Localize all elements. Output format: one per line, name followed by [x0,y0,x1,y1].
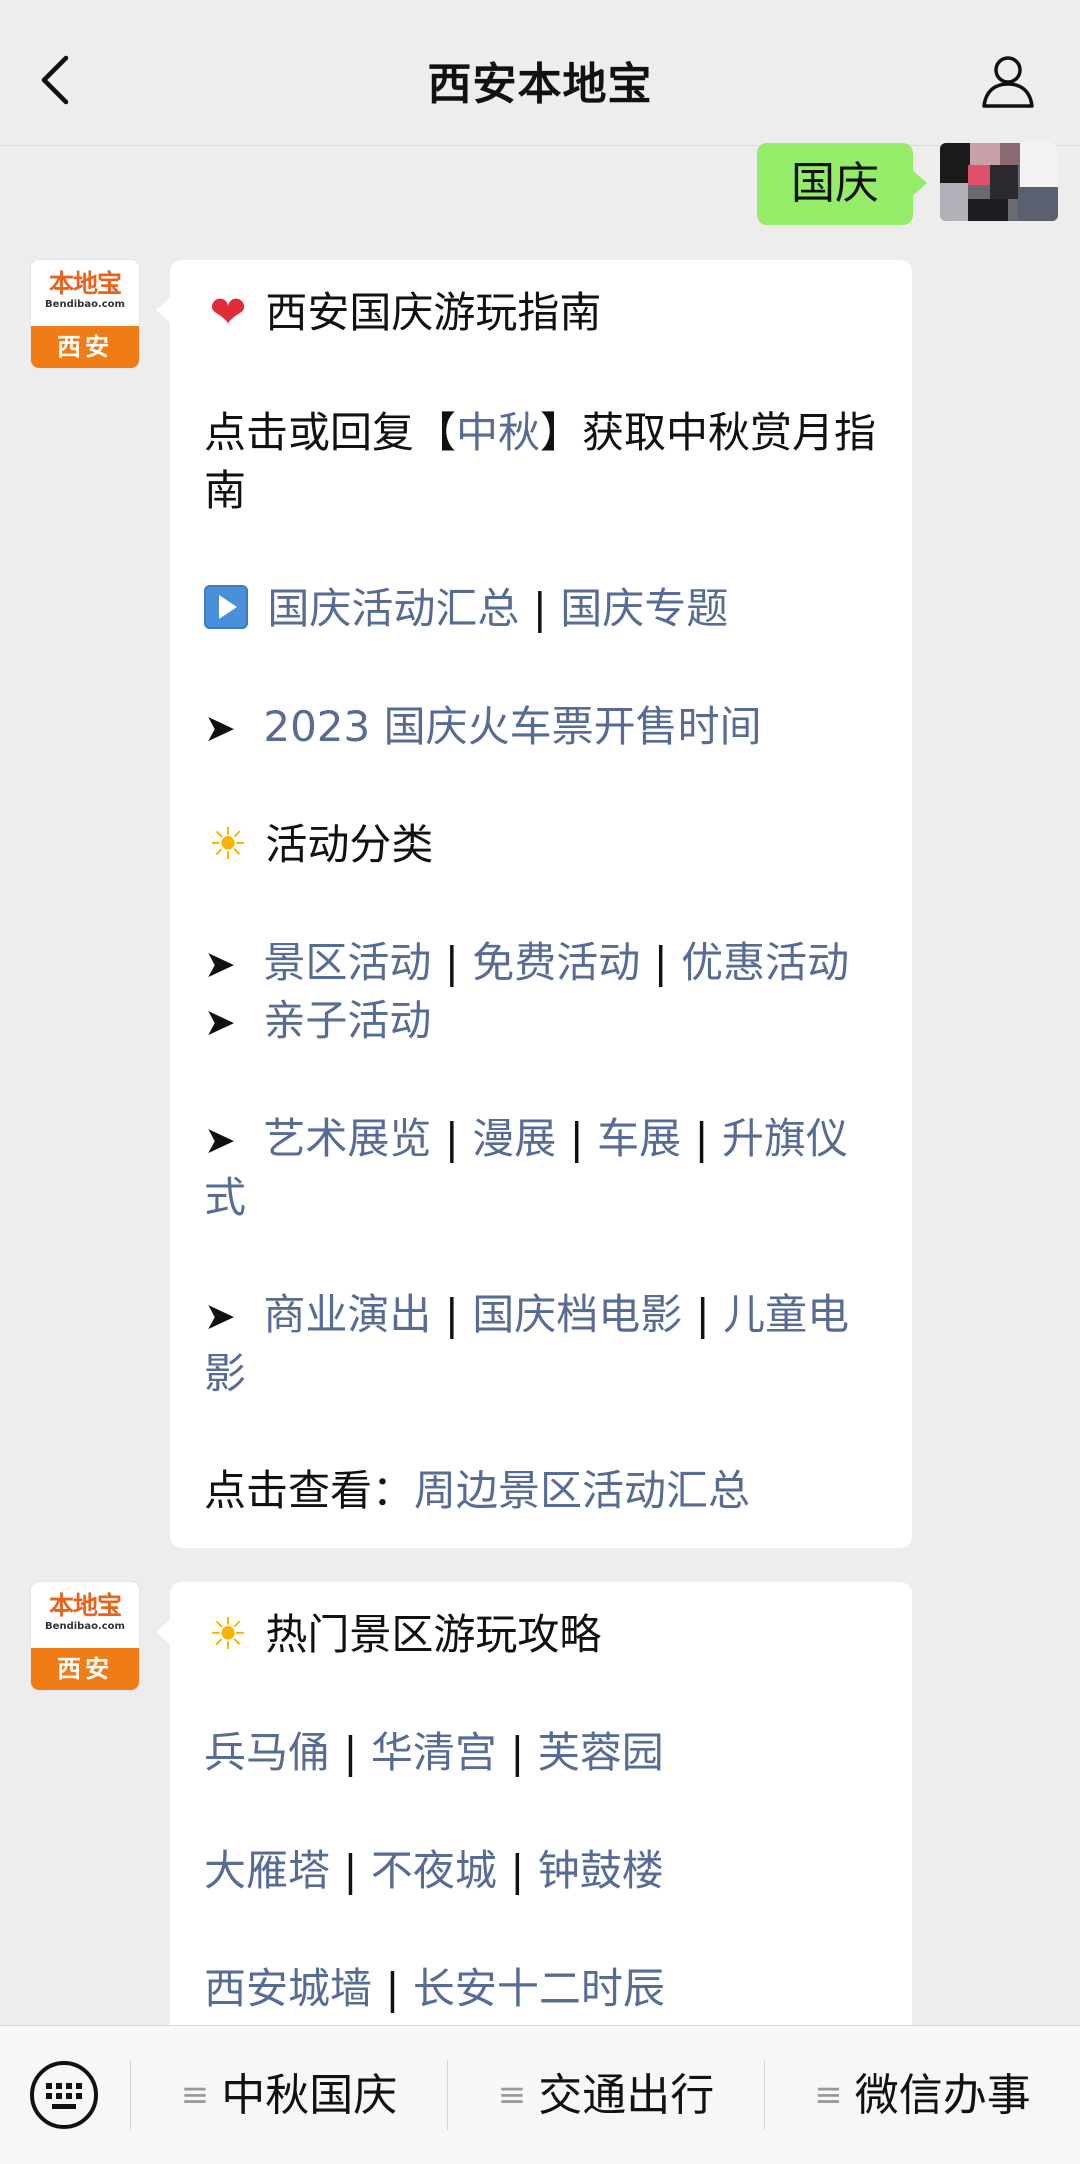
link-holiday-movies[interactable]: 国庆档电影 [472,1290,682,1339]
menu-label: 微信办事 [854,2070,1031,2121]
activity-row-1: ➤ 景区活动 | 免费活动 | 优惠活动 [204,934,886,993]
arrow-icon: ➤ [204,706,236,750]
guide-title: 西安国庆游玩指南 [265,288,602,337]
person-icon[interactable] [980,52,1036,108]
menu-list-icon: ≡ [497,2075,527,2115]
scenic-row-2: 大雁塔 | 不夜城 | 钟鼓楼 [204,1846,664,1895]
avatar-city-text: 西安 [31,1648,139,1690]
arrow-icon: ➤ [204,1294,236,1338]
play-button-icon [204,585,248,629]
scenic-row-1: 兵马俑 | 华清宫 | 芙蓉园 [204,1728,664,1777]
link-city-wall[interactable]: 西安城墙 [204,1964,372,2013]
link-family-activities[interactable]: 亲子活动 [263,996,431,1045]
menu-label: 中秋国庆 [221,2070,398,2121]
sun-icon: ☀ [208,819,248,870]
link-mid-autumn[interactable]: 中秋 [456,408,540,457]
activity-row-4: ➤ 商业演出 | 国庆档电影 | 儿童电影 [204,1286,886,1403]
message-bubble-guide: ❤ 西安国庆游玩指南 点击或回复【中秋】获取中秋赏月指南 国庆活动汇总 | 国庆… [156,260,912,1548]
keyboard-icon[interactable] [28,2059,100,2131]
mid-autumn-prefix: 点击或回复【 [204,408,457,457]
link-comic-expo[interactable]: 漫展 [472,1114,556,1163]
bottom-menu-bar: ≡ 中秋国庆 ≡ 交通出行 ≡ 微信办事 [0,2025,1080,2164]
mid-autumn-row: 点击或回复【中秋】获取中秋赏月指南 [204,404,886,520]
chat-title: 西安本地宝 [427,59,653,110]
scenic-title-row: ☀ 热门景区游玩攻略 [204,1606,886,1664]
my-avatar[interactable] [940,143,1058,221]
link-activity-summary[interactable]: 国庆活动汇总 [267,584,519,633]
avatar-city-text: 西安 [31,326,139,368]
arrow-icon: ➤ [204,942,236,986]
link-national-day-topic[interactable]: 国庆专题 [560,584,728,633]
scenic-title: 热门景区游玩攻略 [265,1610,602,1659]
link-train-ticket[interactable]: 2023 国庆火车票开售时间 [263,702,761,751]
menu-mid-autumn-national-day[interactable]: ≡ 中秋国庆 [131,2060,447,2130]
guide-title-row: ❤ 西安国庆游玩指南 [204,284,886,342]
activity-row-3: ➤ 艺术展览 | 漫展 | 车展 | 升旗仪式 [204,1110,886,1227]
menu-list-icon: ≡ [180,2075,210,2115]
link-auto-show[interactable]: 车展 [597,1114,681,1163]
menu-label: 交通出行 [538,2070,715,2121]
train-ticket-row: ➤ 2023 国庆火车票开售时间 [204,698,886,757]
link-free-activities[interactable]: 免费活动 [472,938,640,987]
link-nearby-scenic-activities[interactable]: 周边景区活动汇总 [414,1466,750,1515]
link-discount-activities[interactable]: 优惠活动 [681,938,849,987]
scenic-row-3: 西安城墙 | 长安十二时辰 [204,1964,665,2013]
arrow-icon: ➤ [204,1118,236,1162]
section-activity-category: ☀ 活动分类 [204,816,886,874]
avatar-site-text: Bendibao.com [45,299,125,310]
account-avatar[interactable]: 本地宝 Bendibao.com 西安 [31,1582,139,1690]
link-terracotta-warriors[interactable]: 兵马俑 [204,1728,330,1777]
link-furong-garden[interactable]: 芙蓉园 [538,1728,664,1777]
link-scenic-activities[interactable]: 景区活动 [263,938,431,987]
link-huaqing-palace[interactable]: 华清宫 [371,1728,497,1777]
link-art-exhibition[interactable]: 艺术展览 [263,1114,431,1163]
message-bubble-scenic: ☀ 热门景区游玩攻略 兵马俑 | 华清宫 | 芙蓉园 大雁塔 | 不夜城 | 钟… [156,1582,912,2042]
footer-row: 点击查看：周边景区活动汇总 [204,1462,886,1520]
chat-header: 西安本地宝 [0,0,1080,146]
avatar-site-text: Bendibao.com [45,1621,125,1632]
heart-icon: ❤ [209,287,247,338]
avatar-logo-text: 本地宝 [48,269,122,298]
account-avatar[interactable]: 本地宝 Bendibao.com 西安 [31,260,139,368]
footer-label: 点击查看： [204,1466,415,1515]
link-twelve-hours[interactable]: 长安十二时辰 [413,1964,665,2013]
link-bell-drum-tower[interactable]: 钟鼓楼 [538,1846,664,1895]
activity-row-2: ➤ 亲子活动 [204,992,886,1051]
link-commercial-shows[interactable]: 商业演出 [263,1290,431,1339]
menu-transportation[interactable]: ≡ 交通出行 [448,2060,764,2130]
avatar-logo-text: 本地宝 [48,1591,122,1620]
menu-list-icon: ≡ [814,2075,843,2115]
link-big-wild-goose-pagoda[interactable]: 大雁塔 [204,1846,330,1895]
outgoing-message[interactable]: 国庆 [757,143,927,225]
arrow-icon: ➤ [204,1000,236,1044]
link-everbright-city[interactable]: 不夜城 [371,1846,497,1895]
section-title: 活动分类 [265,820,434,869]
national-day-links-row: 国庆活动汇总 | 国庆专题 [204,580,886,638]
sun-icon: ☀ [208,1609,248,1660]
menu-wechat-services[interactable]: ≡ 微信办事 [765,2060,1080,2130]
